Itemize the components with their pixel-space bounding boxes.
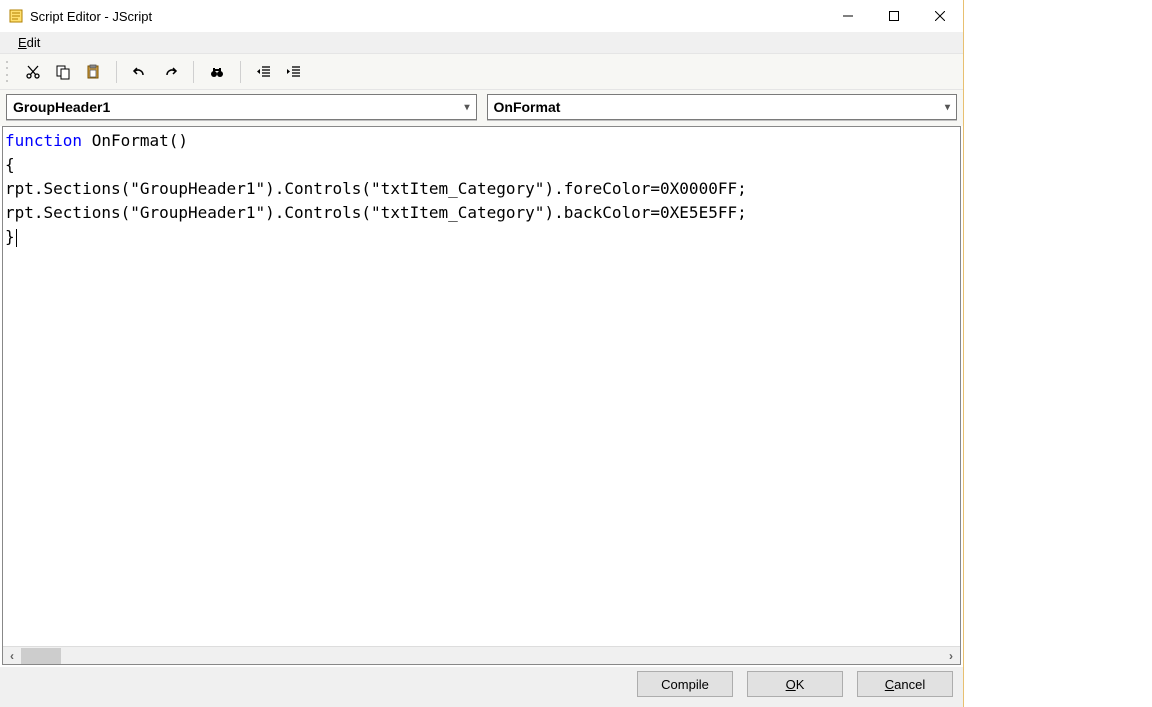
- undo-icon: [132, 64, 148, 80]
- copy-button[interactable]: [50, 59, 76, 85]
- script-editor-window: Script Editor - JScript Edit: [0, 0, 964, 707]
- maximize-button[interactable]: [871, 1, 917, 31]
- undo-button[interactable]: [127, 59, 153, 85]
- chevron-down-icon: ▾: [945, 102, 950, 113]
- cancel-button[interactable]: Cancel: [857, 671, 953, 697]
- menu-edit[interactable]: Edit: [10, 33, 48, 52]
- window-title: Script Editor - JScript: [30, 9, 152, 24]
- button-bar: Compile OK Cancel: [0, 667, 963, 707]
- code-keyword: function: [5, 131, 82, 150]
- event-combo[interactable]: OnFormat ▾: [487, 94, 958, 120]
- code-editor[interactable]: function OnFormat() { rpt.Sections("Grou…: [2, 126, 961, 665]
- indent-icon: [286, 64, 302, 80]
- scroll-right-button[interactable]: ›: [942, 647, 960, 665]
- section-combo-value: GroupHeader1: [13, 99, 110, 115]
- indent-button[interactable]: [281, 59, 307, 85]
- minimize-button[interactable]: [825, 1, 871, 31]
- outdent-icon: [256, 64, 272, 80]
- event-combo-value: OnFormat: [494, 99, 561, 115]
- outdent-button[interactable]: [251, 59, 277, 85]
- toolbar-grip: [6, 61, 12, 83]
- toolbar: [0, 54, 963, 90]
- scissors-icon: [25, 64, 41, 80]
- find-button[interactable]: [204, 59, 230, 85]
- toolbar-separator: [240, 61, 241, 83]
- cut-button[interactable]: [20, 59, 46, 85]
- code-editor-text[interactable]: function OnFormat() { rpt.Sections("Grou…: [3, 127, 960, 646]
- scroll-track[interactable]: [21, 647, 942, 665]
- copy-icon: [55, 64, 71, 80]
- horizontal-scrollbar[interactable]: ‹ ›: [3, 646, 960, 664]
- redo-button[interactable]: [157, 59, 183, 85]
- scroll-left-button[interactable]: ‹: [3, 647, 21, 665]
- toolbar-separator: [193, 61, 194, 83]
- toolbar-separator: [116, 61, 117, 83]
- app-icon: [8, 8, 24, 24]
- redo-icon: [162, 64, 178, 80]
- compile-button[interactable]: Compile: [637, 671, 733, 697]
- dropdown-row: GroupHeader1 ▾ OnFormat ▾: [0, 90, 963, 126]
- close-button[interactable]: [917, 1, 963, 31]
- menubar: Edit: [0, 32, 963, 54]
- titlebar: Script Editor - JScript: [0, 0, 963, 32]
- text-cursor: [16, 229, 17, 247]
- paste-icon: [85, 64, 101, 80]
- chevron-down-icon: ▾: [464, 102, 469, 113]
- scroll-thumb[interactable]: [21, 648, 61, 664]
- section-combo[interactable]: GroupHeader1 ▾: [6, 94, 477, 120]
- binoculars-icon: [209, 64, 225, 80]
- ok-button[interactable]: OK: [747, 671, 843, 697]
- paste-button[interactable]: [80, 59, 106, 85]
